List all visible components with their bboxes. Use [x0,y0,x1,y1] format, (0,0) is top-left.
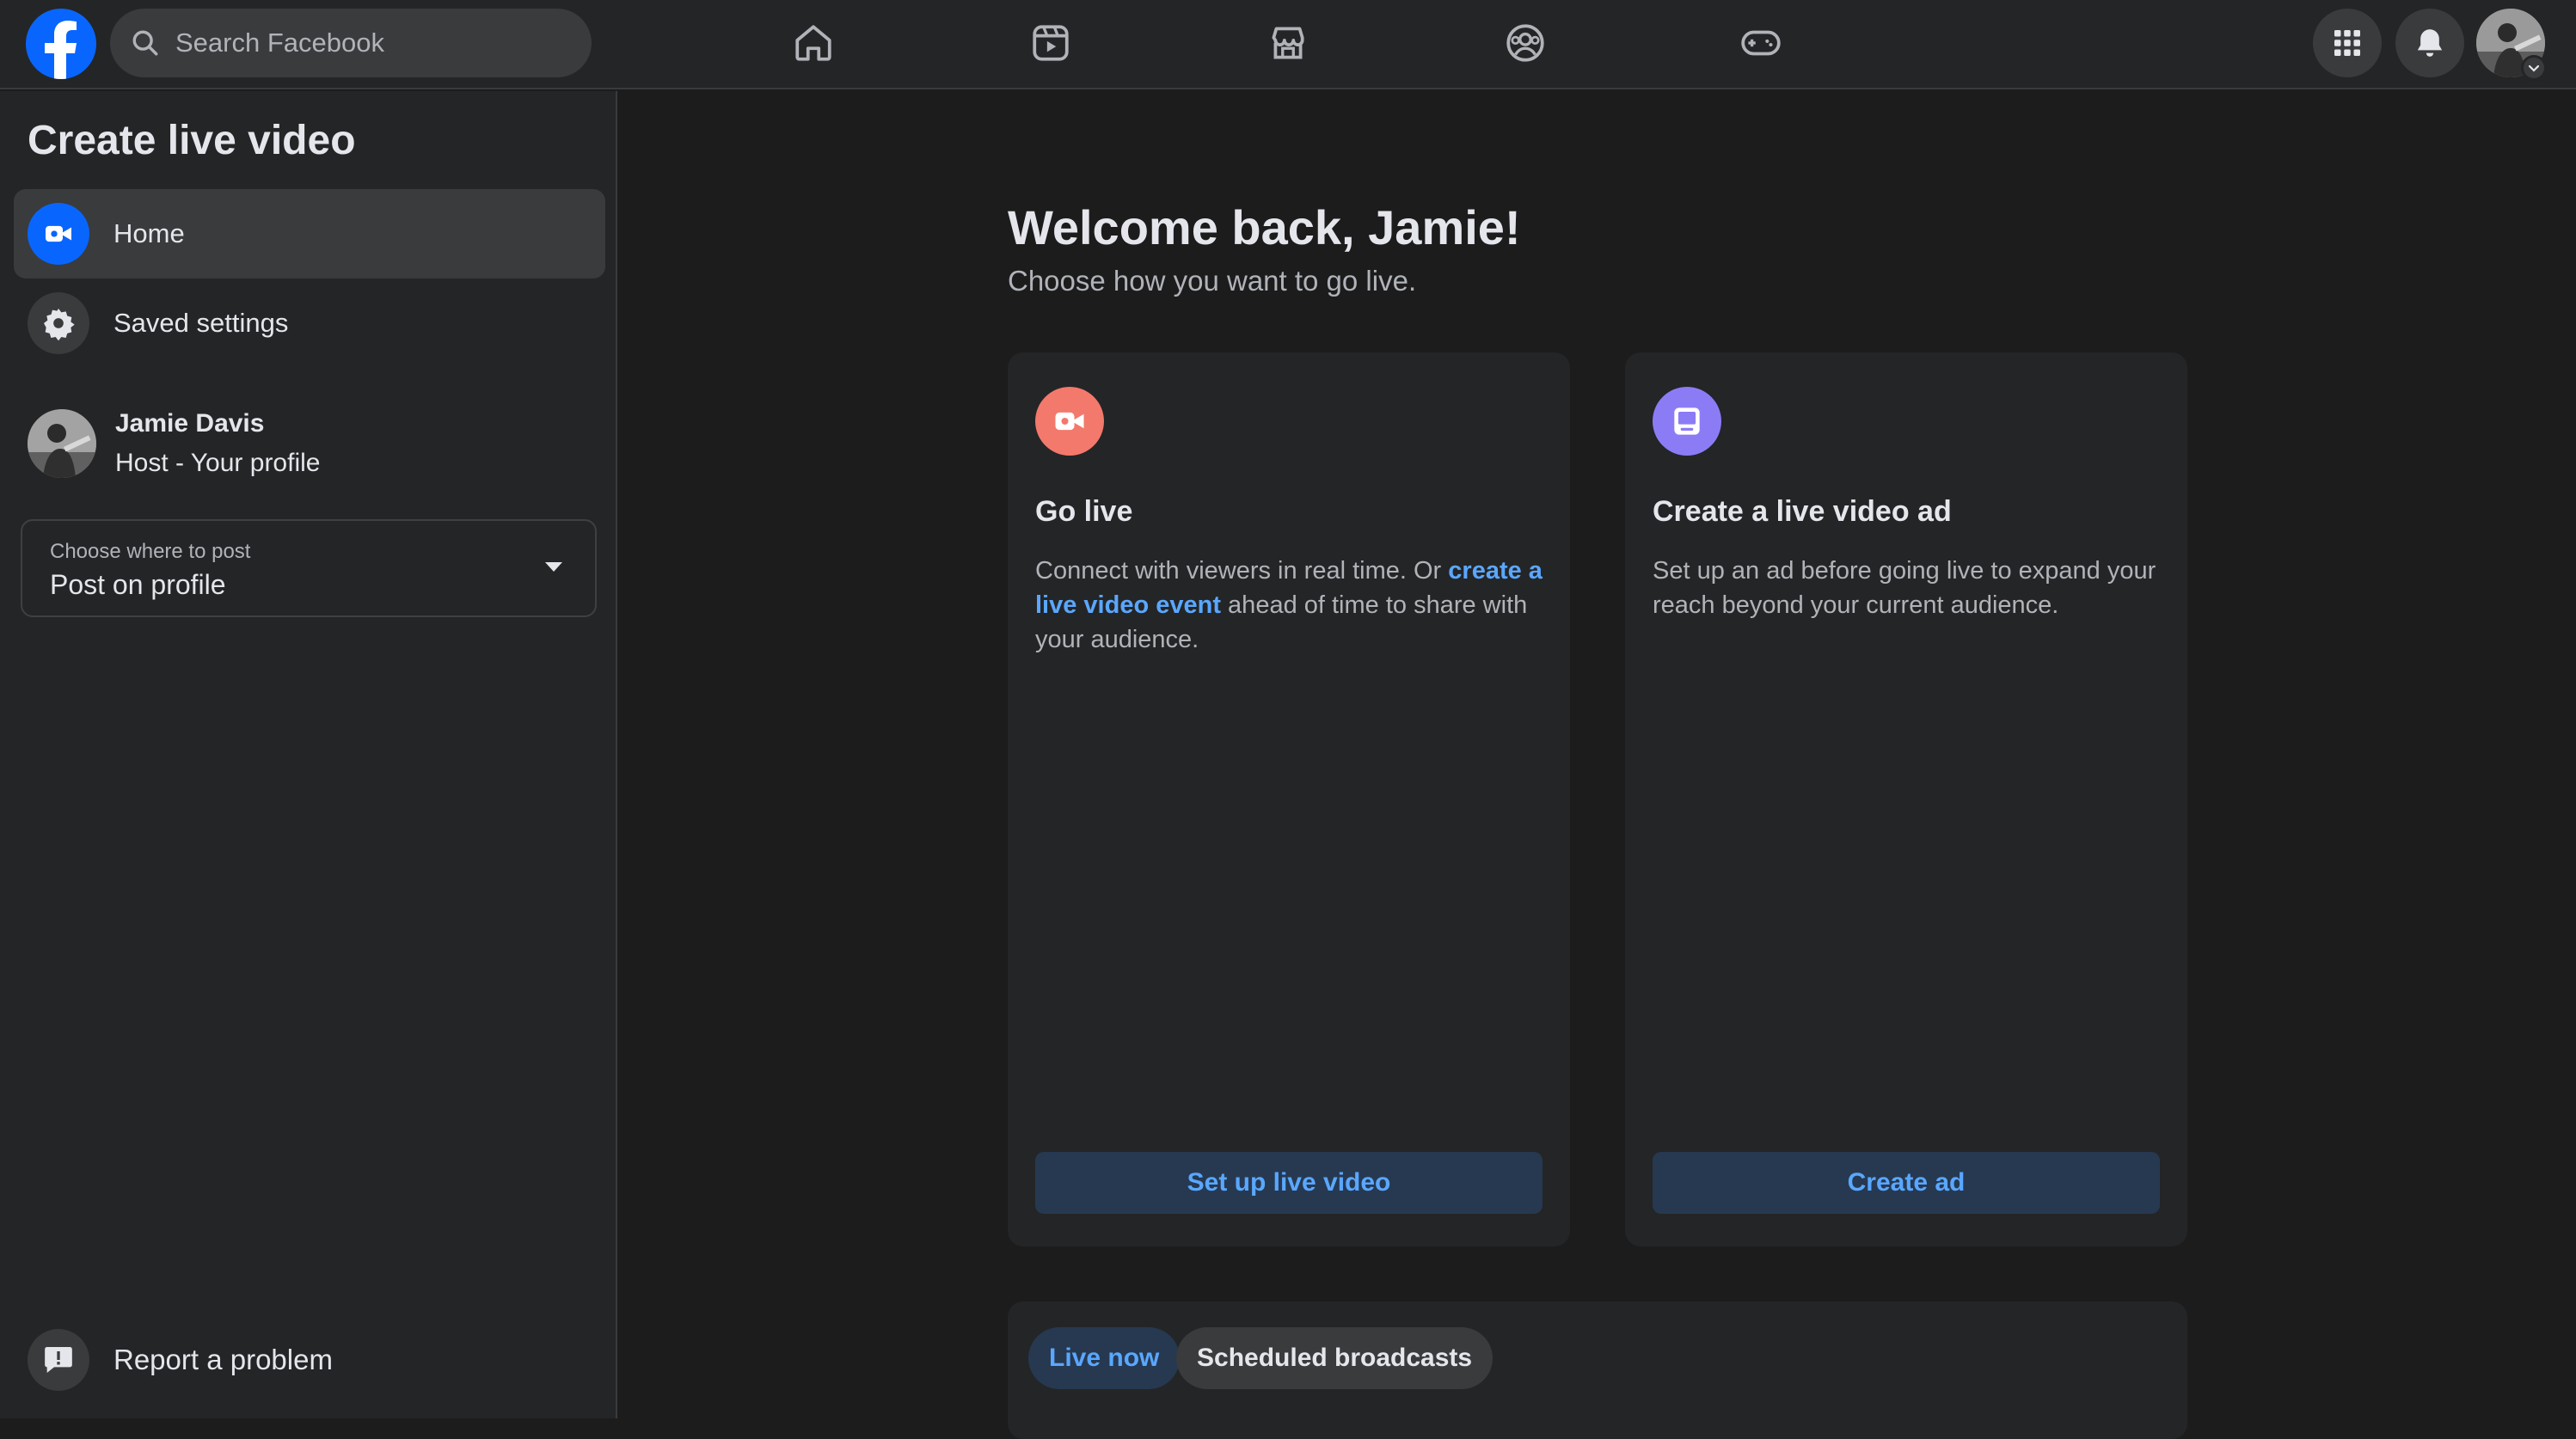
card-title: Go live [1035,495,1133,528]
report-problem-button[interactable]: Report a problem [28,1329,333,1391]
facebook-logo-icon[interactable] [26,9,96,79]
card-description: Connect with viewers in real time. Or cr… [1035,554,1551,657]
home-icon[interactable] [788,17,839,69]
post-destination-select[interactable]: Choose where to post Post on profile [21,519,597,617]
live-video-ad-card: Create a live video ad Set up an ad befo… [1625,352,2187,1246]
sidebar-title: Create live video [28,118,356,163]
set-up-live-video-button[interactable]: Set up live video [1035,1152,1543,1214]
post-select-value: Post on profile [50,569,226,600]
monitor-icon [1653,387,1721,456]
report-alert-icon [28,1329,89,1391]
sidebar-item-home[interactable]: Home [14,189,605,279]
video-camera-icon [1035,387,1104,456]
marketplace-icon[interactable] [1262,17,1314,69]
card-description-text: Connect with viewers in real time. Or [1035,557,1449,585]
groups-icon[interactable] [1500,17,1551,69]
host-role: Host - Your profile [115,449,321,477]
post-select-label: Choose where to post [50,540,251,563]
notifications-bell-icon[interactable] [2395,9,2464,77]
caret-down-icon [545,562,562,572]
sidebar-item-saved-settings[interactable]: Saved settings [14,279,605,368]
go-live-card: Go live Connect with viewers in real tim… [1008,352,1570,1246]
video-icon[interactable] [1025,17,1076,69]
search-input[interactable] [175,28,571,58]
card-description: Set up an ad before going live to expand… [1653,557,2156,619]
host-name: Jamie Davis [115,409,265,438]
tab-live-now[interactable]: Live now [1028,1327,1181,1389]
search-bar[interactable] [110,9,592,77]
gear-icon [28,292,89,354]
main-content: Welcome back, Jamie! Choose how you want… [619,91,2576,1439]
host-profile: Jamie Davis Host - Your profile [28,409,320,478]
sidebar: Create live video Home Saved settings Ja… [0,91,617,1418]
tab-scheduled-broadcasts[interactable]: Scheduled broadcasts [1176,1327,1493,1389]
account-menu-chevron-icon[interactable] [2521,55,2547,81]
avatar [28,409,96,478]
welcome-subtitle: Choose how you want to go live. [1008,265,1417,297]
top-navigation-bar [0,0,2576,89]
broadcast-tabs-panel: Live now Scheduled broadcasts [1008,1301,2187,1439]
sidebar-item-label: Saved settings [113,308,289,338]
search-icon [132,30,158,56]
create-ad-button[interactable]: Create ad [1653,1152,2160,1214]
menu-grid-icon[interactable] [2313,9,2382,77]
video-camera-icon [28,203,89,265]
report-problem-label: Report a problem [113,1344,333,1375]
welcome-heading: Welcome back, Jamie! [1008,200,1521,254]
sidebar-item-label: Home [113,218,185,248]
gaming-icon[interactable] [1735,17,1787,69]
card-title: Create a live video ad [1653,495,1952,528]
